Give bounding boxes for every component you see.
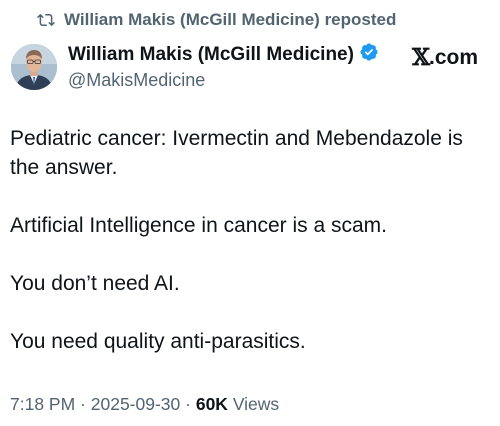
tweet-paragraph: You need quality anti-parasitics. — [10, 330, 306, 353]
x-logo-icon: 𝕏 — [412, 44, 430, 71]
avatar[interactable] — [11, 44, 57, 90]
meta-separator: · — [180, 394, 196, 414]
tweet-paragraph: You don’t need AI. — [10, 272, 180, 295]
repost-indicator[interactable]: William Makis (McGill Medicine) reposted — [36, 10, 396, 30]
author-display-name[interactable]: William Makis (McGill Medicine) — [68, 44, 354, 66]
views-label: Views — [227, 394, 280, 414]
tweet-paragraph: Artificial Intelligence in cancer is a s… — [10, 214, 387, 237]
views-count: 60K — [195, 394, 228, 414]
repost-icon — [36, 11, 56, 29]
tweet-meta: 7:18 PM · 2025-09-30 · 60K Views — [10, 394, 279, 415]
author-handle[interactable]: @MakisMedicine — [68, 70, 488, 91]
x-com-watermark: 𝕏 .com — [412, 44, 478, 71]
meta-separator: · — [75, 394, 91, 414]
tweet-paragraph: Pediatric cancer: Ivermectin and Mebenda… — [10, 127, 463, 179]
tweet-date[interactable]: 2025-09-30 — [91, 394, 181, 414]
verified-badge-icon — [359, 42, 379, 67]
repost-text: William Makis (McGill Medicine) reposted — [64, 10, 397, 29]
tweet-text: Pediatric cancer: Ivermectin and Mebenda… — [10, 124, 494, 385]
tweet-time[interactable]: 7:18 PM — [10, 394, 75, 414]
x-com-text: .com — [428, 45, 478, 69]
